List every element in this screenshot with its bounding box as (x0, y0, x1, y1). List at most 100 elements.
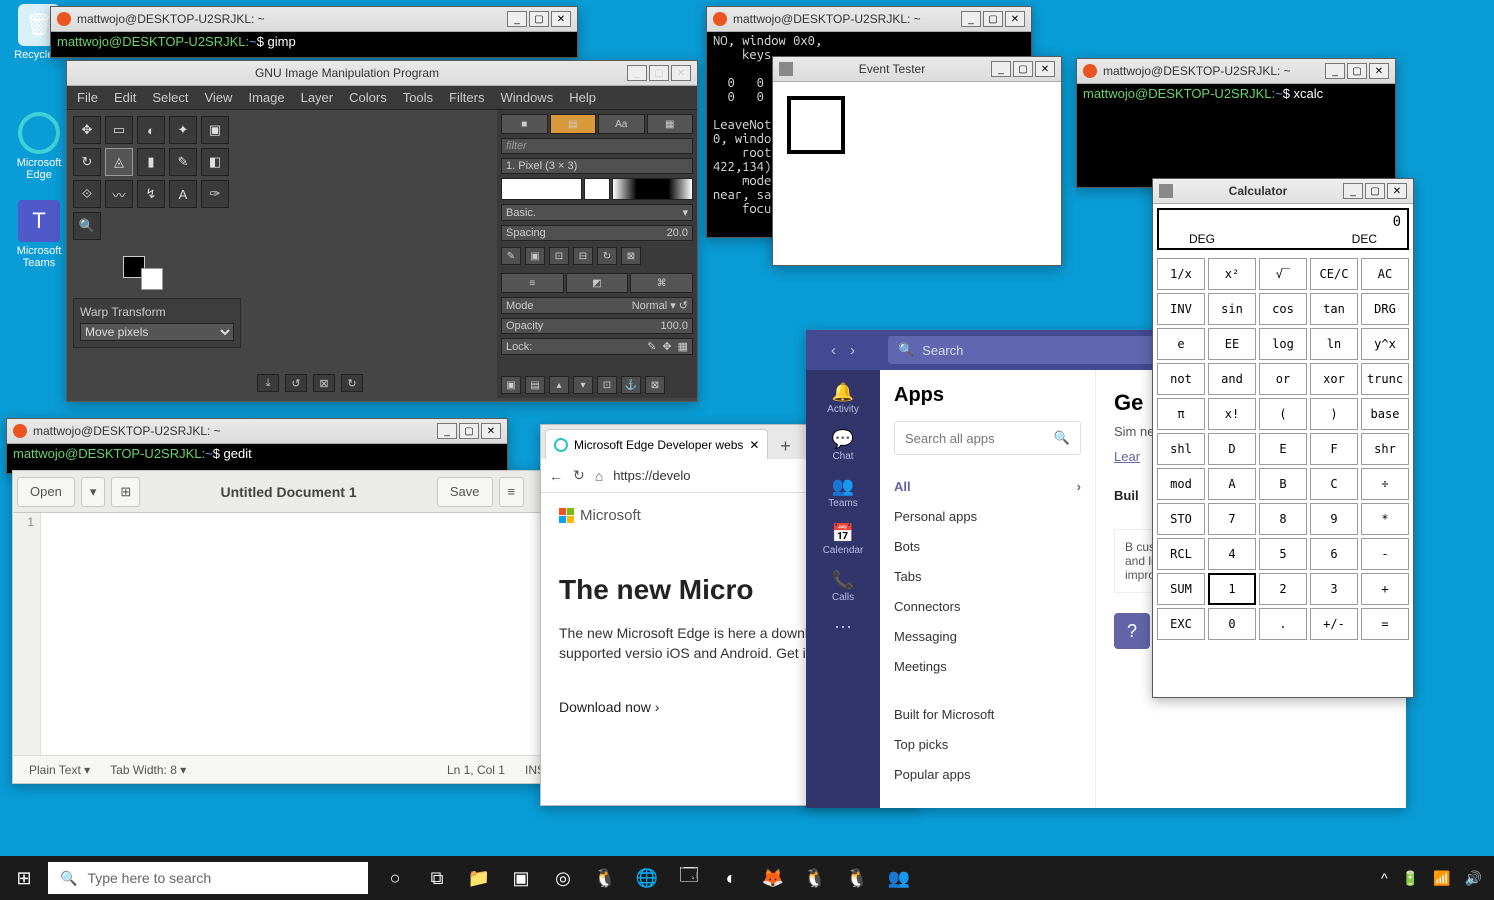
calc-key-[interactable]: +/- (1310, 608, 1358, 640)
layer-action[interactable]: ▾ (573, 376, 593, 394)
calc-key-a[interactable]: A (1208, 468, 1256, 500)
calc-key-b[interactable]: B (1259, 468, 1307, 500)
event-tester-window[interactable]: Event Tester_▢✕ (772, 56, 1062, 266)
minimize-button[interactable]: _ (507, 11, 527, 27)
dock-tab[interactable]: ▤ (550, 114, 597, 134)
terminal-gedit[interactable]: mattwojo@DESKTOP-U2SRJKL: ~_▢✕ mattwojo@… (6, 418, 508, 474)
calc-key-d[interactable]: D (1208, 433, 1256, 465)
calc-key-shl[interactable]: shl (1157, 433, 1205, 465)
category-personal-apps[interactable]: Personal apps (894, 501, 1081, 531)
tool-text[interactable]: A (169, 180, 197, 208)
calc-key-1x[interactable]: 1/x (1157, 258, 1205, 290)
category-tabs[interactable]: Tabs (894, 561, 1081, 591)
calc-key-[interactable]: ) (1310, 398, 1358, 430)
calculator-window[interactable]: Calculator_▢✕ 0 DEGDEC 1/xx²√‾CE/CACINVs… (1152, 178, 1414, 698)
rail-activity[interactable]: 🔔Activity (806, 378, 880, 419)
tool-brush[interactable]: ✎ (169, 148, 197, 176)
close-button[interactable]: ✕ (1035, 61, 1055, 77)
calc-key-x[interactable]: x² (1208, 258, 1256, 290)
rail-teams[interactable]: 👥Teams (806, 472, 880, 513)
calc-key-cec[interactable]: CE/C (1310, 258, 1358, 290)
calc-key-log[interactable]: log (1259, 328, 1307, 360)
taskbar-icon-1[interactable]: ⧉ (416, 856, 458, 900)
titlebar[interactable]: GNU Image Manipulation Program_▢✕ (67, 61, 697, 86)
layer-action[interactable]: ▴ (549, 376, 569, 394)
calc-key-7[interactable]: 7 (1208, 503, 1256, 535)
maximize-button[interactable]: ▢ (529, 11, 549, 27)
calc-key-0[interactable]: 0 (1208, 608, 1256, 640)
calc-key-drg[interactable]: DRG (1361, 293, 1409, 325)
desktop-icon-edge[interactable]: Microsoft Edge (4, 112, 74, 181)
brush-preview[interactable] (612, 178, 693, 200)
terminal-xcalc[interactable]: mattwojo@DESKTOP-U2SRJKL: ~_▢✕ mattwojo@… (1076, 58, 1396, 188)
menu-windows[interactable]: Windows (500, 90, 553, 105)
brush-filter[interactable]: filter (506, 140, 527, 152)
tool-smudge[interactable]: 〰 (105, 180, 133, 208)
taskbar-icon-10[interactable]: 🐧 (794, 856, 836, 900)
tool-warp[interactable]: ◬ (105, 148, 133, 176)
menu-help[interactable]: Help (569, 90, 596, 105)
calc-key-yx[interactable]: y^x (1361, 328, 1409, 360)
tool-rotate[interactable]: ↻ (73, 148, 101, 176)
calc-key-5[interactable]: 5 (1259, 538, 1307, 570)
calc-key-6[interactable]: 6 (1310, 538, 1358, 570)
gimp-window[interactable]: GNU Image Manipulation Program_▢✕ FileEd… (66, 60, 698, 402)
terminal-gimp[interactable]: mattwojo@DESKTOP-U2SRJKL: ~_▢✕ mattwojo@… (50, 6, 578, 58)
layer-action[interactable]: ⊡ (597, 376, 617, 394)
calc-key-and[interactable]: and (1208, 363, 1256, 395)
close-button[interactable]: ✕ (1387, 183, 1407, 199)
minimize-button[interactable]: _ (1325, 63, 1345, 79)
lock-alpha-icon[interactable]: ▦ (678, 340, 688, 353)
tool-free-select[interactable]: ◐ (137, 116, 165, 144)
layer-action[interactable]: ▤ (525, 376, 545, 394)
taskbar-icon-9[interactable]: 🦊 (752, 856, 794, 900)
calc-key-e[interactable]: e (1157, 328, 1205, 360)
calc-key-sto[interactable]: STO (1157, 503, 1205, 535)
calc-key-9[interactable]: 9 (1310, 503, 1358, 535)
menu-edit[interactable]: Edit (114, 90, 136, 105)
titlebar[interactable]: Event Tester_▢✕ (773, 57, 1061, 82)
dock-tab[interactable]: ⌘ (630, 273, 693, 293)
maximize-button[interactable]: ▢ (983, 11, 1003, 27)
calc-key-8[interactable]: 8 (1259, 503, 1307, 535)
calc-key-ln[interactable]: ln (1310, 328, 1358, 360)
learn-link[interactable]: Lear (1114, 449, 1140, 464)
menu-tools[interactable]: Tools (403, 90, 433, 105)
titlebar[interactable]: Calculator_▢✕ (1153, 179, 1413, 204)
dock-action[interactable]: ↻ (597, 247, 617, 265)
dock-tab[interactable]: ▦ (647, 114, 694, 134)
back-button[interactable]: ← (549, 468, 563, 484)
footer-btn[interactable]: ↻ (341, 374, 363, 392)
calc-key-x[interactable]: x! (1208, 398, 1256, 430)
layer-action[interactable]: ⚓ (621, 376, 641, 394)
tray-icon-1[interactable]: 🔋 (1402, 870, 1419, 887)
calc-key-[interactable]: + (1361, 573, 1409, 605)
bg-color[interactable] (141, 268, 163, 290)
category-bots[interactable]: Bots (894, 531, 1081, 561)
site-info-icon[interactable]: ⌂ (595, 468, 603, 484)
editor[interactable] (41, 513, 561, 755)
brush-preview[interactable] (584, 178, 610, 200)
brush-preview[interactable] (501, 178, 582, 200)
category-all[interactable]: All› (894, 471, 1081, 501)
titlebar[interactable]: mattwojo@DESKTOP-U2SRJKL: ~_▢✕ (707, 7, 1031, 32)
menu-filters[interactable]: Filters (449, 90, 484, 105)
tool-bucket[interactable]: ▮ (137, 148, 165, 176)
gedit-window[interactable]: Open ▾ ⊞ Untitled Document 1 Save ≡ ✕ 1 … (12, 470, 562, 784)
rail-chat[interactable]: 💬Chat (806, 425, 880, 466)
taskbar-icon-3[interactable]: ▣ (500, 856, 542, 900)
titlebar[interactable]: mattwojo@DESKTOP-U2SRJKL: ~_▢✕ (51, 7, 577, 32)
calc-key-inv[interactable]: INV (1157, 293, 1205, 325)
maximize-button[interactable]: ▢ (459, 423, 479, 439)
footer-btn[interactable]: ↺ (285, 374, 307, 392)
taskbar-icon-12[interactable]: 👥 (878, 856, 920, 900)
maximize-button[interactable]: ▢ (1013, 61, 1033, 77)
mode-value[interactable]: Normal (632, 300, 667, 312)
calc-key-c[interactable]: C (1310, 468, 1358, 500)
category-top-picks[interactable]: Top picks (894, 729, 1081, 759)
menu-colors[interactable]: Colors (349, 90, 387, 105)
brush-basic[interactable]: Basic. (506, 207, 536, 219)
minimize-button[interactable]: _ (961, 11, 981, 27)
tray-icon-2[interactable]: 📶 (1433, 870, 1450, 887)
save-button[interactable]: Save (437, 477, 493, 507)
